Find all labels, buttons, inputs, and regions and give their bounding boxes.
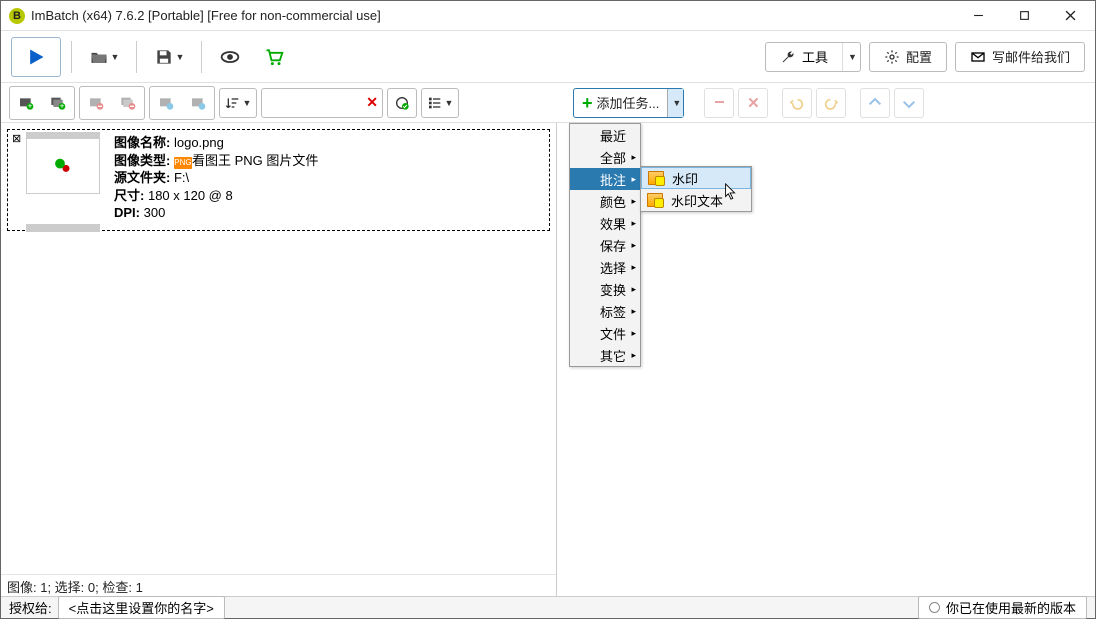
status-bar: 授权给: <点击这里设置你的名字> 你已在使用最新的版本 (1, 596, 1095, 618)
uncheck-button[interactable] (183, 88, 213, 118)
image-list-status: 图像: 1; 选择: 0; 检查: 1 (1, 574, 556, 596)
meta-src-value: F:\ (174, 170, 189, 185)
mail-label: 写邮件给我们 (992, 47, 1070, 66)
meta-size-value: 180 x 120 @ 8 (148, 188, 233, 203)
maximize-button[interactable] (1001, 1, 1047, 31)
meta-dpi-value: 300 (144, 205, 166, 220)
filter-input[interactable]: ✕ (261, 88, 383, 118)
check-button[interactable] (151, 88, 181, 118)
gear-icon (884, 49, 900, 65)
add-folder-button[interactable]: + (43, 88, 73, 118)
add-task-button[interactable]: + 添加任务... ▼ (573, 88, 684, 118)
separator (71, 41, 72, 73)
menu-item-annotate[interactable]: 批注▸ (570, 168, 640, 190)
license-label: 授权给: (9, 598, 52, 617)
menu-item-recent[interactable]: 最近 (570, 124, 640, 146)
config-label: 配置 (906, 47, 932, 66)
remove-image-button[interactable] (81, 88, 111, 118)
menu-item-transform[interactable]: 变换▸ (570, 278, 640, 300)
preview-button[interactable] (212, 39, 248, 75)
minimize-button[interactable] (955, 1, 1001, 31)
license-placeholder: <点击这里设置你的名字> (69, 601, 214, 616)
remove-all-button[interactable] (113, 88, 143, 118)
shop-button[interactable] (256, 39, 292, 75)
task-remove-button[interactable]: − (704, 88, 734, 118)
open-button[interactable]: ▼ (82, 39, 126, 75)
sort-button[interactable]: ▼ (219, 88, 257, 118)
clear-filter-icon[interactable]: ✕ (366, 94, 378, 111)
version-status: 你已在使用最新的版本 (918, 596, 1087, 619)
meta-name-value: logo.png (174, 135, 224, 150)
menu-item-effect[interactable]: 效果▸ (570, 212, 640, 234)
version-text: 你已在使用最新的版本 (946, 598, 1076, 617)
menu-item-file[interactable]: 文件▸ (570, 322, 640, 344)
file-metadata: 图像名称: logo.png 图像类型: PNG看图王 PNG 图片文件 源文件… (114, 134, 318, 222)
meta-type-value: 看图王 PNG 图片文件 (192, 153, 318, 168)
menu-item-other[interactable]: 其它▸ (570, 344, 640, 366)
watermark-icon (648, 171, 664, 185)
title-bar: B ImBatch (x64) 7.6.2 [Portable] [Free f… (1, 1, 1095, 31)
watermark-text-icon (647, 193, 663, 207)
save-button[interactable]: ▼ (147, 39, 191, 75)
separator (201, 41, 202, 73)
redo-button[interactable] (816, 88, 846, 118)
cursor-icon (724, 183, 738, 201)
meta-name-label: 图像名称: (114, 135, 170, 150)
undo-button[interactable] (782, 88, 812, 118)
image-list-item[interactable]: ⊠ 图像名称: logo.png 图像类型: PNG看图王 PNG 图片文件 源… (7, 129, 550, 231)
meta-type-label: 图像类型: (114, 153, 170, 168)
tools-label: 工具 (802, 47, 828, 66)
config-button[interactable]: 配置 (869, 42, 947, 72)
item-checkbox[interactable]: ⊠ (12, 132, 24, 144)
menu-item-all[interactable]: 全部▸ (570, 146, 640, 168)
svg-text:+: + (27, 100, 32, 110)
mail-button[interactable]: 写邮件给我们 (955, 42, 1085, 72)
wrench-icon (780, 49, 796, 65)
secondary-toolbar: + + ▼ ✕ (1, 83, 1095, 123)
submenu-label: 水印文本 (671, 191, 723, 210)
mail-icon (970, 49, 986, 65)
close-button[interactable] (1047, 1, 1093, 31)
image-list-pane: ⊠ 图像名称: logo.png 图像类型: PNG看图王 PNG 图片文件 源… (1, 123, 557, 596)
plus-icon: + (582, 94, 593, 112)
meta-dpi-label: DPI: (114, 205, 140, 220)
task-category-menu: 最近 全部▸ 批注▸ 颜色▸ 效果▸ 保存▸ 选择▸ 变换▸ 标签▸ 文件▸ 其… (569, 123, 641, 367)
window-title: ImBatch (x64) 7.6.2 [Portable] [Free for… (31, 8, 381, 23)
task-delete-button[interactable]: ✕ (738, 88, 768, 118)
add-task-label: 添加任务... (597, 93, 660, 112)
filter-apply-button[interactable] (387, 88, 417, 118)
tools-button[interactable]: 工具 ▼ (765, 42, 861, 72)
license-name-input[interactable]: <点击这里设置你的名字> (58, 596, 225, 619)
submenu-label: 水印 (672, 169, 698, 188)
status-dot-icon (929, 602, 940, 613)
app-icon: B (9, 8, 25, 24)
menu-item-save[interactable]: 保存▸ (570, 234, 640, 256)
task-pane: 最近 全部▸ 批注▸ 颜色▸ 效果▸ 保存▸ 选择▸ 变换▸ 标签▸ 文件▸ 其… (557, 123, 1095, 596)
png-icon: PNG (174, 157, 192, 169)
menu-item-select[interactable]: 选择▸ (570, 256, 640, 278)
move-up-button[interactable] (860, 88, 890, 118)
move-down-button[interactable] (894, 88, 924, 118)
thumbnail (26, 138, 100, 194)
run-button[interactable] (11, 37, 61, 77)
view-mode-button[interactable]: ▼ (421, 88, 459, 118)
content-area: ⊠ 图像名称: logo.png 图像类型: PNG看图王 PNG 图片文件 源… (1, 123, 1095, 596)
thumb-bottom-bar (26, 224, 100, 232)
meta-size-label: 尺寸: (114, 188, 144, 203)
separator (136, 41, 137, 73)
meta-src-label: 源文件夹: (114, 170, 170, 185)
menu-item-tag[interactable]: 标签▸ (570, 300, 640, 322)
menu-item-color[interactable]: 颜色▸ (570, 190, 640, 212)
main-toolbar: ▼ ▼ 工具 ▼ 配置 写邮件给我们 (1, 31, 1095, 83)
svg-text:+: + (59, 100, 64, 110)
add-image-button[interactable]: + (11, 88, 41, 118)
